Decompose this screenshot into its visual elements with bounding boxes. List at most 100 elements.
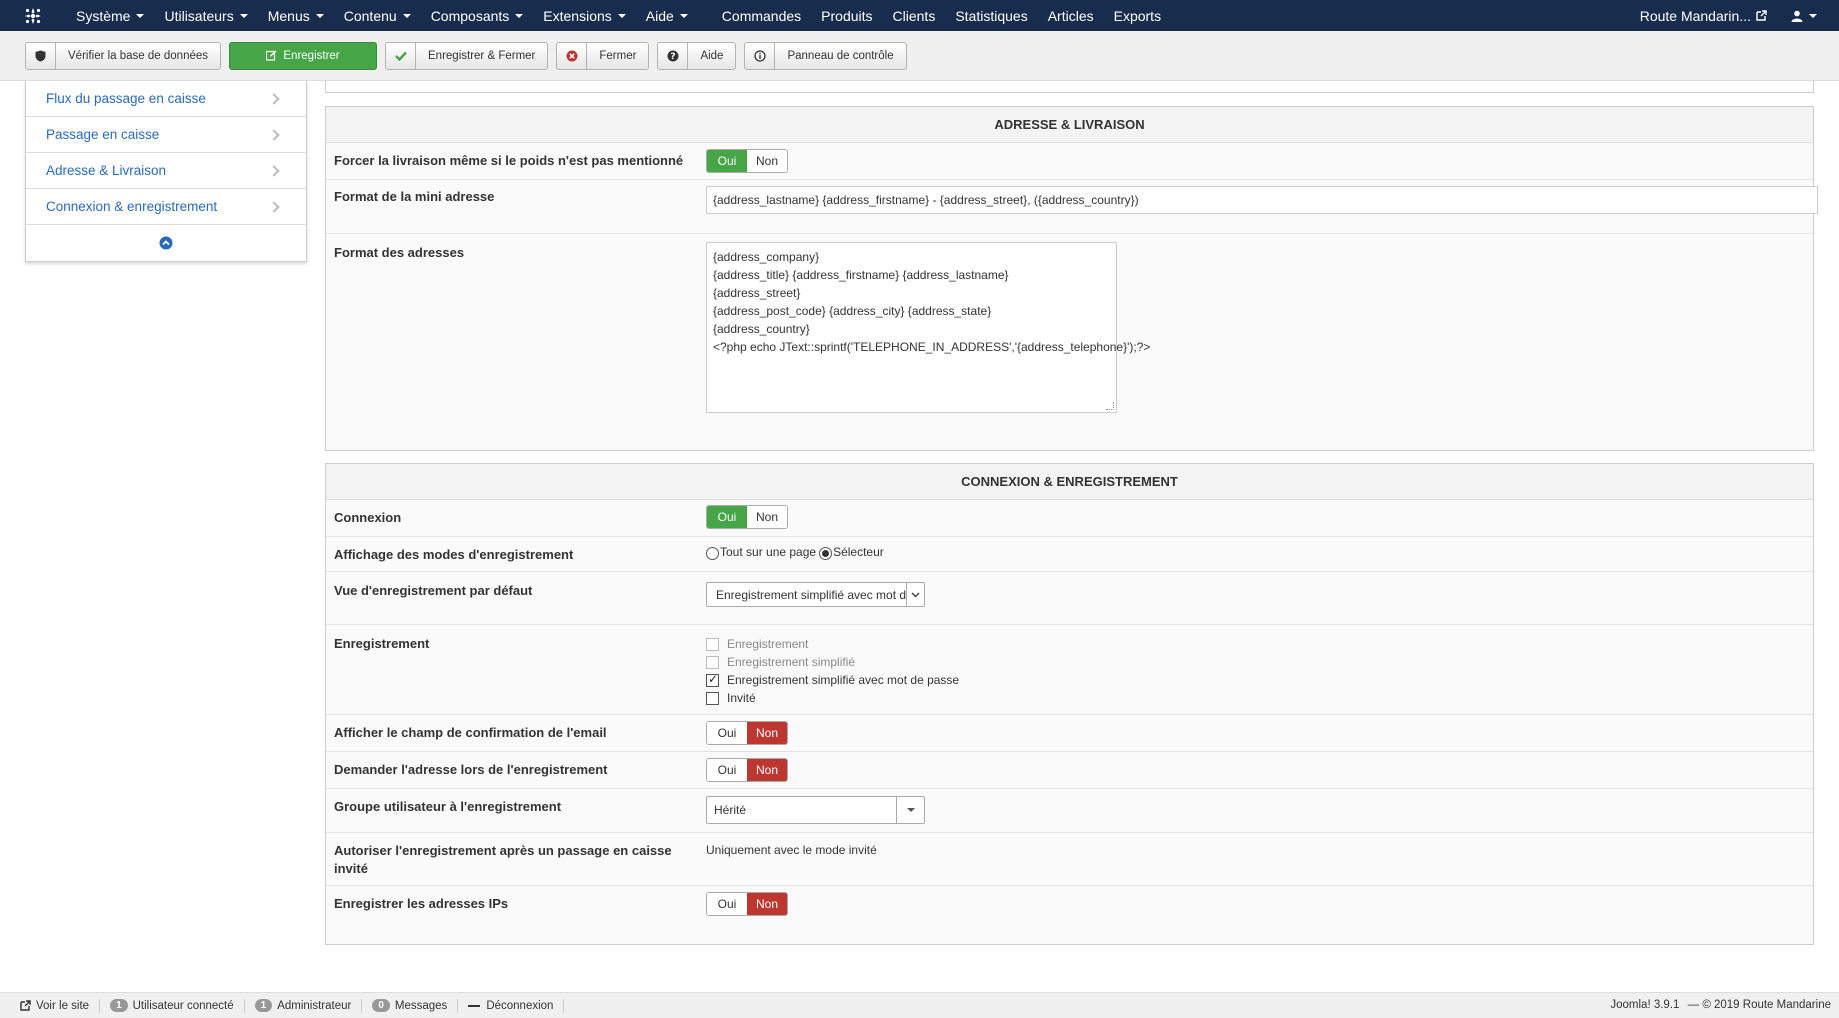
toolbar: Vérifier la base de données Enregistrer … <box>0 31 1839 81</box>
caret-down-icon <box>136 13 145 18</box>
nav-link-exports[interactable]: Exports <box>1104 0 1171 31</box>
help-button[interactable]: ? Aide <box>657 41 737 70</box>
save-ips-row: Enregistrer les adresses IPs Oui Non <box>326 886 1813 944</box>
email-confirm-toggle: Oui Non <box>706 721 788 745</box>
radio-selector[interactable] <box>819 547 833 560</box>
yes-option[interactable]: Oui <box>707 893 747 915</box>
no-option[interactable]: Non <box>747 506 787 528</box>
registration-option-guest[interactable]: Invité <box>706 689 959 707</box>
display-modes-row: Affichage des modes d'enregistrement Tou… <box>326 537 1813 572</box>
login-toggle: Oui Non <box>706 505 788 529</box>
site-link[interactable]: Route Mandarin... <box>1626 8 1781 24</box>
check-database-button[interactable]: Vérifier la base de données <box>25 41 222 70</box>
count-badge: 1 <box>254 999 273 1012</box>
ask-address-row: Demander l'adresse lors de l'enregistrem… <box>326 752 1813 789</box>
messages-link[interactable]: 0 Messages <box>362 998 459 1013</box>
external-link-icon <box>20 1000 31 1011</box>
user-group-row: Groupe utilisateur à l'enregistrement Hé… <box>326 789 1813 833</box>
checkbox[interactable] <box>706 672 719 687</box>
registration-option-standard: Enregistrement <box>706 635 959 653</box>
no-option[interactable]: Non <box>747 150 787 172</box>
save-button[interactable]: Enregistrer <box>229 41 378 70</box>
menu-contenu[interactable]: Contenu <box>334 0 421 31</box>
sidebar-item-checkout[interactable]: Passage en caisse <box>26 117 306 153</box>
user-menu[interactable] <box>1781 10 1839 22</box>
allow-after-guest-value: Uniquement avec le mode invité <box>706 843 877 857</box>
checkbox <box>706 637 719 651</box>
registration-option-simplified: Enregistrement simplifié <box>706 653 959 671</box>
view-site-link[interactable]: Voir le site <box>10 998 101 1013</box>
yes-option[interactable]: Oui <box>707 506 747 528</box>
count-badge: 1 <box>110 999 128 1012</box>
save-ips-toggle: Oui Non <box>706 892 788 916</box>
top-navbar: Système Utilisateurs Menus Contenu Compo… <box>0 0 1839 31</box>
address-format-row: Format des adresses {address_company} {a… <box>326 234 1813 450</box>
mini-address-input[interactable]: {address_lastname} {address_firstname} -… <box>706 186 1818 214</box>
address-shipping-panel: ADRESSE & LIVRAISON Forcer la livraison … <box>325 106 1818 451</box>
resize-handle-icon[interactable] <box>1106 402 1114 410</box>
logout-link[interactable]: Déconnexion <box>458 998 565 1013</box>
ask-address-toggle: Oui Non <box>706 758 788 782</box>
yes-option[interactable]: Oui <box>707 150 747 172</box>
radio-one-page[interactable] <box>706 547 719 560</box>
chevron-right-icon <box>268 164 280 177</box>
sidebar-item-login-registration[interactable]: Connexion & enregistrement <box>26 189 306 225</box>
menu-extensions[interactable]: Extensions <box>533 0 635 31</box>
caret-down-icon <box>515 13 524 18</box>
nav-link-commandes[interactable]: Commandes <box>712 0 811 31</box>
no-option[interactable]: Non <box>747 722 787 744</box>
default-view-row: Vue d'enregistrement par défaut Enregist… <box>326 572 1813 625</box>
default-view-select[interactable]: Enregistrement simplifié avec mot de pas… <box>706 582 925 607</box>
sidebar-item-address-shipping[interactable]: Adresse & Livraison <box>26 153 306 189</box>
force-shipping-row: Forcer la livraison même si le poids n'e… <box>326 143 1813 180</box>
menu-systeme[interactable]: Système <box>66 0 154 31</box>
menu-utilisateurs[interactable]: Utilisateurs <box>154 0 257 31</box>
yes-option[interactable]: Oui <box>707 722 747 744</box>
count-badge: 0 <box>372 999 390 1012</box>
caret-down-icon <box>239 13 248 18</box>
caret-down-icon <box>617 13 626 18</box>
chevron-up-circle-icon <box>159 236 173 250</box>
connected-users-link[interactable]: 1 Utilisateur connecté <box>100 998 245 1013</box>
save-close-button[interactable]: Enregistrer & Fermer <box>385 41 549 70</box>
info-icon <box>745 42 776 69</box>
nav-link-statistiques[interactable]: Statistiques <box>945 0 1037 31</box>
question-icon: ? <box>658 42 689 69</box>
joomla-logo-icon[interactable] <box>0 0 66 31</box>
previous-panel-bottom <box>325 81 1814 93</box>
svg-text:?: ? <box>670 52 675 62</box>
allow-after-guest-row: Autoriser l'enregistrement après un pass… <box>326 833 1813 886</box>
menu-menus[interactable]: Menus <box>258 0 334 31</box>
nav-link-articles[interactable]: Articles <box>1038 0 1104 31</box>
nav-link-produits[interactable]: Produits <box>811 0 882 31</box>
user-group-select[interactable]: Hérité <box>706 796 925 824</box>
administrators-link[interactable]: 1 Administrateur <box>245 998 363 1013</box>
footer-version: Joomla! 3.9.1 — © 2019 Route Mandarine <box>1610 999 1831 1011</box>
caret-down-icon <box>402 13 411 18</box>
sidebar: Flux du passage en caisse Passage en cai… <box>25 81 307 262</box>
email-confirm-row: Afficher le champ de confirmation de l'e… <box>326 715 1813 752</box>
chevron-right-icon <box>268 200 280 213</box>
control-panel-button[interactable]: Panneau de contrôle <box>744 41 907 70</box>
panel-title: CONNEXION & ENREGISTREMENT <box>326 464 1813 500</box>
close-button[interactable]: Fermer <box>556 41 650 70</box>
address-format-textarea[interactable]: {address_company} {address_title} {addre… <box>706 242 1150 413</box>
menu-composants[interactable]: Composants <box>421 0 534 31</box>
checkbox <box>706 655 719 669</box>
chevron-down-icon <box>906 583 924 606</box>
shield-icon <box>26 42 56 69</box>
login-registration-panel: CONNEXION & ENREGISTREMENT Connexion Oui… <box>325 463 1814 945</box>
sidebar-item-checkout-flow[interactable]: Flux du passage en caisse <box>26 81 306 117</box>
no-option[interactable]: Non <box>747 893 787 915</box>
checkbox[interactable] <box>706 691 719 705</box>
sidebar-collapse-button[interactable] <box>26 225 306 261</box>
yes-option[interactable]: Oui <box>707 759 747 781</box>
caret-down-icon <box>315 13 324 18</box>
chevron-right-icon <box>268 92 280 105</box>
nav-link-clients[interactable]: Clients <box>883 0 946 31</box>
no-option[interactable]: Non <box>747 759 787 781</box>
close-circle-icon <box>557 42 588 69</box>
registration-option-simplified-password[interactable]: Enregistrement simplifié avec mot de pas… <box>706 671 959 689</box>
login-row: Connexion Oui Non <box>326 500 1813 537</box>
menu-aide[interactable]: Aide <box>636 0 698 31</box>
